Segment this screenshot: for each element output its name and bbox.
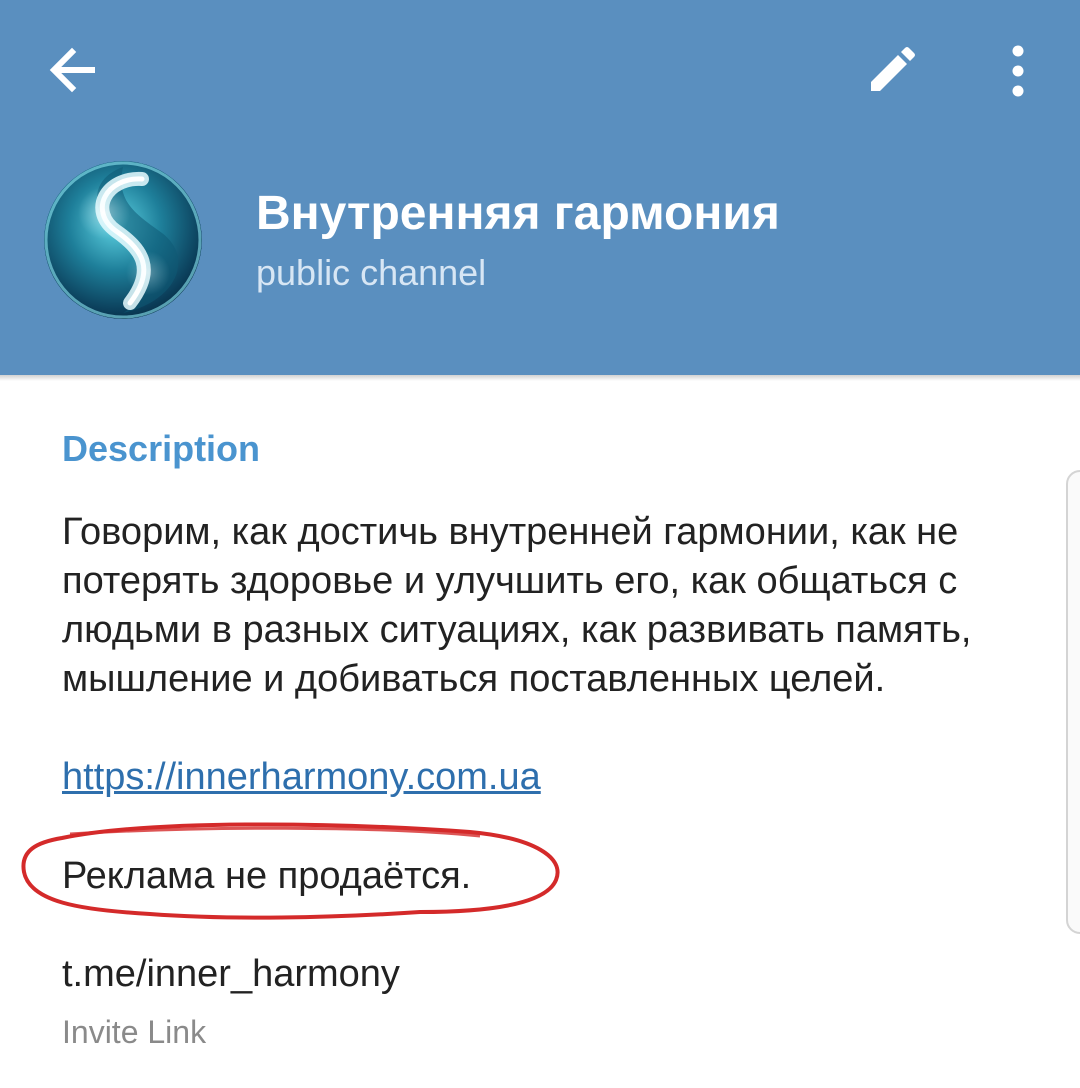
more-options-button[interactable] [986,38,1050,102]
invite-link[interactable]: t.me/inner_harmony [62,950,400,999]
pencil-icon [871,47,915,91]
more-vertical-icon [1012,45,1024,97]
red-annotation-ellipse [21,822,560,920]
scroll-edge-handle [1066,470,1080,934]
edit-button[interactable] [860,40,924,104]
ad-notice-text: Реклама не продаётся. [62,855,472,897]
invite-link-label: Invite Link [62,1014,207,1050]
